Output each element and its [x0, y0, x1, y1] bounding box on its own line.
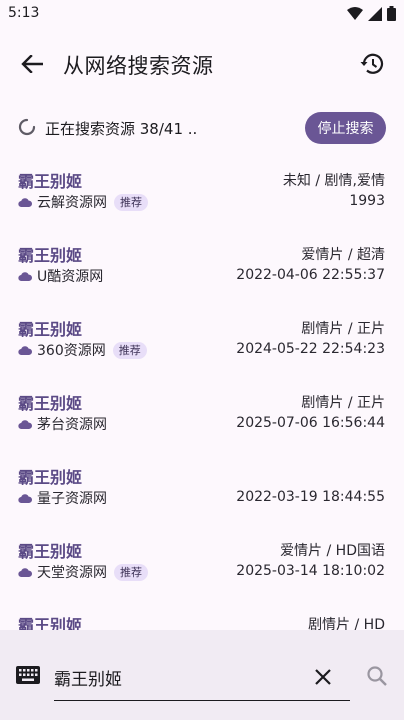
result-date: 2025-03-14 18:10:02 — [236, 563, 385, 579]
result-source-name: 量子资源网 — [37, 491, 107, 507]
result-meta: 爱情片 / 超清 — [301, 247, 385, 263]
battery-icon — [387, 6, 396, 21]
cloud-icon — [18, 272, 32, 281]
search-button[interactable] — [365, 664, 389, 688]
history-button[interactable] — [356, 48, 388, 80]
status-time: 5:13 — [8, 5, 40, 21]
result-title: 霸王别姬 — [18, 394, 83, 413]
result-source-name: 茅台资源网 — [37, 417, 107, 433]
result-title: 霸王别姬 — [18, 172, 83, 191]
result-source-name: 天堂资源网 — [37, 565, 107, 581]
result-meta: 未知 / 剧情,爱情 — [282, 173, 385, 189]
result-source-name: U酷资源网 — [37, 269, 104, 285]
result-source-name: 云解资源网 — [37, 195, 107, 211]
wifi-icon — [347, 6, 363, 20]
result-meta: 剧情片 / 正片 — [301, 321, 385, 337]
search-input[interactable] — [54, 660, 350, 694]
status-icons — [347, 6, 396, 21]
result-item[interactable]: 霸王别姬 量子资源网 2022-03-19 18:44:55 — [0, 459, 404, 533]
result-item[interactable]: 霸王别姬 剧情片 / 正片 360资源网 推荐 2024-05-22 22:54… — [0, 311, 404, 385]
result-title: 霸王别姬 — [18, 246, 83, 265]
result-date: 1993 — [349, 193, 385, 209]
result-date: 2024-05-22 22:54:23 — [236, 341, 385, 357]
result-title: 霸王别姬 — [18, 468, 83, 487]
result-source: 茅台资源网 — [18, 414, 107, 434]
result-item[interactable]: 霸王别姬 剧情片 / 正片 茅台资源网 2025-07-06 16:56:44 — [0, 385, 404, 459]
history-icon — [360, 53, 384, 74]
loading-spinner-icon — [18, 118, 36, 136]
result-item[interactable]: 霸王别姬 爱情片 / 超清 U酷资源网 2022-04-06 22:55:37 — [0, 237, 404, 311]
result-meta: 剧情片 / 正片 — [301, 395, 385, 411]
search-progress: 正在搜索资源 38/41 .. 停止搜索 — [0, 108, 404, 148]
result-item[interactable]: 霸王别姬 未知 / 剧情,爱情 云解资源网 推荐 1993 — [0, 163, 404, 237]
search-bar — [0, 630, 404, 720]
results-list: 霸王别姬 未知 / 剧情,爱情 云解资源网 推荐 1993 霸王别姬 爱情片 /… — [0, 163, 404, 681]
result-source: U酷资源网 — [18, 266, 103, 286]
close-icon — [315, 669, 331, 685]
recommend-badge: 推荐 — [114, 563, 148, 581]
result-source: 天堂资源网 推荐 — [18, 562, 148, 582]
cloud-icon — [18, 494, 32, 503]
result-title: 霸王别姬 — [18, 542, 83, 561]
result-source: 云解资源网 推荐 — [18, 192, 148, 212]
cloud-icon — [18, 346, 32, 355]
result-meta: 爱情片 / HD国语 — [280, 543, 385, 559]
result-date: 2025-07-06 16:56:44 — [236, 415, 385, 431]
result-source-name: 360资源网 — [37, 343, 106, 359]
progress-text: 正在搜索资源 38/41 .. — [45, 120, 198, 138]
recommend-badge: 推荐 — [114, 193, 148, 211]
result-title: 霸王别姬 — [18, 320, 83, 339]
result-date: 2022-04-06 22:55:37 — [236, 267, 385, 283]
cloud-icon — [18, 198, 32, 207]
status-bar: 5:13 — [0, 0, 404, 28]
input-underline — [54, 700, 350, 701]
keyboard-icon[interactable] — [16, 666, 40, 684]
arrow-back-icon — [21, 55, 43, 73]
cloud-icon — [18, 420, 32, 429]
cloud-icon — [18, 568, 32, 577]
result-date: 2022-03-19 18:44:55 — [236, 489, 385, 505]
clear-button[interactable] — [310, 664, 336, 690]
result-source: 360资源网 推荐 — [18, 340, 147, 360]
stop-search-button[interactable]: 停止搜索 — [305, 112, 386, 144]
search-icon — [367, 666, 387, 686]
result-source: 量子资源网 — [18, 488, 107, 508]
recommend-badge: 推荐 — [112, 341, 147, 359]
top-app-bar: 从网络搜索资源 — [0, 36, 404, 92]
page-title: 从网络搜索资源 — [63, 54, 214, 78]
back-button[interactable] — [16, 48, 48, 80]
result-item[interactable]: 霸王别姬 爱情片 / HD国语 天堂资源网 推荐 2025-03-14 18:1… — [0, 533, 404, 607]
signal-icon — [368, 6, 382, 21]
